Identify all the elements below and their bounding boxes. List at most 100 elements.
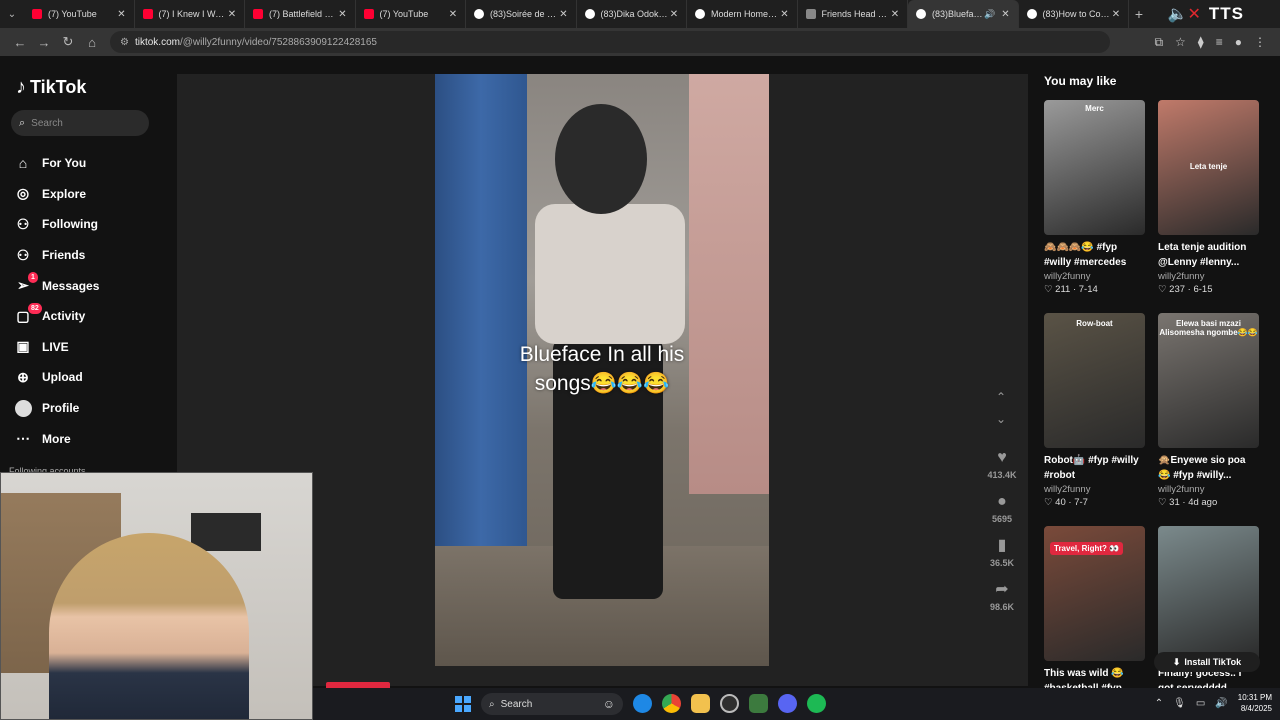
bookmark-star-icon[interactable]: ☆ bbox=[1175, 35, 1186, 50]
profile-avatar-icon[interactable]: ● bbox=[1235, 35, 1242, 50]
browser-tab[interactable]: (7) YouTube ✕ bbox=[356, 0, 466, 28]
share-button[interactable]: ➦ 98.6K bbox=[977, 574, 1027, 618]
sidebar-item-upload[interactable]: ⊕ Upload bbox=[14, 362, 164, 393]
browser-tab[interactable]: (7) I Knew I Wasn ✕ bbox=[135, 0, 245, 28]
sidebar-item-activity[interactable]: ▢ 82 Activity bbox=[14, 301, 164, 332]
tab-close-icon[interactable]: ✕ bbox=[668, 9, 680, 20]
previous-video-icon[interactable]: ⌃ bbox=[993, 386, 1009, 408]
card-username[interactable]: willy2funny bbox=[1044, 484, 1145, 495]
sidebar-item-more[interactable]: ⋯ More bbox=[14, 423, 164, 454]
browser-tab[interactable]: (7) Battlefield 1 w ✕ bbox=[245, 0, 356, 28]
card-username[interactable]: willy2funny bbox=[1158, 484, 1259, 495]
recommended-video-card[interactable]: Elewa basi mzazi Alisomesha ngombe😂😂 🙊Eny… bbox=[1158, 313, 1259, 508]
spotify-icon[interactable] bbox=[807, 694, 826, 713]
sidebar-item-messages[interactable]: ➢ 1 Messages bbox=[14, 270, 164, 301]
back-icon[interactable]: ← bbox=[8, 35, 32, 50]
browser-tab[interactable]: Modern Home (@ ✕ bbox=[687, 0, 798, 28]
notification-badge: 1 bbox=[28, 272, 38, 284]
chrome-icon[interactable] bbox=[662, 694, 681, 713]
card-username[interactable]: willy2funny bbox=[1044, 271, 1145, 282]
card-date: 4d ago bbox=[1188, 497, 1218, 508]
forward-icon[interactable]: → bbox=[32, 35, 56, 50]
card-thumbnail[interactable]: Row-boat bbox=[1044, 313, 1145, 448]
sidebar-item-label: Activity bbox=[42, 309, 86, 324]
tab-close-icon[interactable]: ✕ bbox=[447, 9, 459, 20]
comment-button[interactable]: ● 5695 bbox=[977, 486, 1027, 530]
sidebar-item-friends[interactable]: ⚇ Friends bbox=[14, 240, 164, 271]
tab-close-icon[interactable]: ✕ bbox=[558, 9, 570, 20]
windows-start-icon[interactable] bbox=[455, 696, 471, 712]
next-video-icon[interactable]: ⌄ bbox=[993, 408, 1009, 430]
tiktok-logo[interactable]: ♪ TikTok bbox=[16, 76, 86, 99]
browser-tab[interactable]: (83)Blueface's 🔊 ✕ bbox=[908, 0, 1019, 28]
video-player[interactable]: Blueface In all his songs😂😂😂 bbox=[435, 74, 769, 666]
card-thumbnail[interactable] bbox=[1158, 526, 1259, 661]
reload-icon[interactable]: ↻ bbox=[56, 34, 80, 50]
tab-close-icon[interactable]: ✕ bbox=[337, 9, 349, 20]
recommended-video-card[interactable]: Merc 🙈🙈🙈😂 #fyp #willy #mercedes willy2funn… bbox=[1044, 100, 1145, 295]
url-path: /@willy2funny/video/7528863909122428165 bbox=[179, 36, 377, 48]
tab-close-icon[interactable]: ✕ bbox=[779, 9, 791, 20]
microphone-icon[interactable]: 🎙 bbox=[1173, 698, 1186, 709]
browser-tab[interactable]: (7) YouTube ✕ bbox=[24, 0, 135, 28]
tab-close-icon[interactable]: ✕ bbox=[889, 9, 901, 20]
tab-close-icon[interactable]: ✕ bbox=[1110, 9, 1122, 20]
tab-close-icon[interactable]: ✕ bbox=[1000, 9, 1012, 20]
browser-tab[interactable]: (83)Dika Odok (@ ✕ bbox=[577, 0, 687, 28]
reading-list-icon[interactable]: ≡ bbox=[1216, 35, 1223, 50]
obs-icon[interactable] bbox=[720, 694, 739, 713]
card-meta: ♡ 237 · 6-15 bbox=[1158, 284, 1213, 295]
file-explorer-icon[interactable] bbox=[691, 694, 710, 713]
profile-avatar bbox=[14, 399, 32, 417]
save-button[interactable]: ▮ 36.5K bbox=[977, 530, 1027, 574]
search-input[interactable]: ⌕ Search bbox=[11, 110, 149, 136]
clock[interactable]: 10:31 PM 8/4/2025 bbox=[1238, 692, 1272, 714]
card-thumbnail[interactable]: Elewa basi mzazi Alisomesha ngombe😂😂 bbox=[1158, 313, 1259, 448]
volume-icon[interactable]: 🔊 bbox=[1215, 698, 1227, 709]
like-button[interactable]: ♥ 413.4K bbox=[977, 442, 1027, 486]
discord-icon[interactable] bbox=[778, 694, 797, 713]
sidebar-item-for-you[interactable]: ⌂ For You bbox=[14, 148, 164, 179]
tab-close-icon[interactable]: ✕ bbox=[226, 9, 238, 20]
browser-tab[interactable]: (83)Soirée de voc ✕ bbox=[466, 0, 577, 28]
taskbar-search[interactable]: ⌕ Search ☺ bbox=[481, 693, 623, 715]
home-icon[interactable]: ⌂ bbox=[80, 35, 104, 50]
sidebar-item-label: Upload bbox=[42, 370, 83, 385]
site-settings-icon[interactable]: ⚙ bbox=[120, 37, 129, 48]
thumb-overlay-text: Travel, Right? 👀 bbox=[1050, 542, 1124, 555]
minecraft-icon[interactable] bbox=[749, 694, 768, 713]
recommended-video-card[interactable]: Row-boat Robot🤖 #fyp #willy #robot willy2f… bbox=[1044, 313, 1145, 508]
card-thumbnail[interactable]: Merc bbox=[1044, 100, 1145, 235]
install-app-icon[interactable]: ⧉ bbox=[1154, 35, 1163, 50]
sidebar-item-explore[interactable]: ◎ Explore bbox=[14, 179, 164, 210]
recommended-video-card[interactable]: Leta tenje Leta tenje audition @Lenny #le… bbox=[1158, 100, 1259, 295]
sidebar-item-following[interactable]: ⚇ Following bbox=[14, 209, 164, 240]
tray-chevron-icon[interactable]: ⌃ bbox=[1155, 698, 1163, 709]
install-tiktok-button[interactable]: ⬇ Install TikTok bbox=[1154, 652, 1260, 672]
browser-tab[interactable]: (83)How to Coun ✕ bbox=[1019, 0, 1129, 28]
card-thumbnail[interactable]: Travel, Right? 👀 bbox=[1044, 526, 1145, 661]
recommended-video-card[interactable]: Travel, Right? 👀This was wild 😂 #basketb… bbox=[1044, 526, 1145, 696]
browser-toolbar: ← → ↻ ⌂ ⚙ tiktok.com/@willy2funny/video/… bbox=[0, 28, 1280, 56]
sidebar-item-profile[interactable]: Profile bbox=[14, 393, 164, 424]
search-highlight-icon: ☺ bbox=[602, 697, 615, 711]
tab-close-icon[interactable]: ✕ bbox=[116, 9, 128, 20]
browser-tab[interactable]: Friends Head Tow ✕ bbox=[798, 0, 908, 28]
tab-title: (7) Battlefield 1 w bbox=[269, 9, 337, 19]
new-tab-button[interactable]: + bbox=[1129, 6, 1149, 22]
network-icon[interactable]: ▭ bbox=[1196, 698, 1205, 709]
address-bar[interactable]: ⚙ tiktok.com/@willy2funny/video/75288639… bbox=[110, 31, 1110, 53]
menu-kebab-icon[interactable]: ⋮ bbox=[1254, 35, 1266, 50]
extensions-icon[interactable]: ⧫ bbox=[1198, 35, 1204, 50]
tiktok-note-icon: ♪ bbox=[16, 76, 26, 98]
muted-speaker-icon: 🔈✕ bbox=[1167, 6, 1201, 23]
card-thumbnail[interactable]: Leta tenje bbox=[1158, 100, 1259, 235]
card-meta: ♡ 31 · 4d ago bbox=[1158, 497, 1218, 508]
edge-icon[interactable] bbox=[633, 694, 652, 713]
youtube-favicon-icon bbox=[363, 9, 374, 19]
sidebar-item-live[interactable]: ▣ LIVE bbox=[14, 332, 164, 363]
card-username[interactable]: willy2funny bbox=[1158, 271, 1259, 282]
card-likes: 211 bbox=[1055, 284, 1071, 295]
tab-search-chevron-icon[interactable]: ⌄ bbox=[0, 0, 24, 28]
tab-audio-icon[interactable]: 🔊 bbox=[984, 9, 995, 20]
